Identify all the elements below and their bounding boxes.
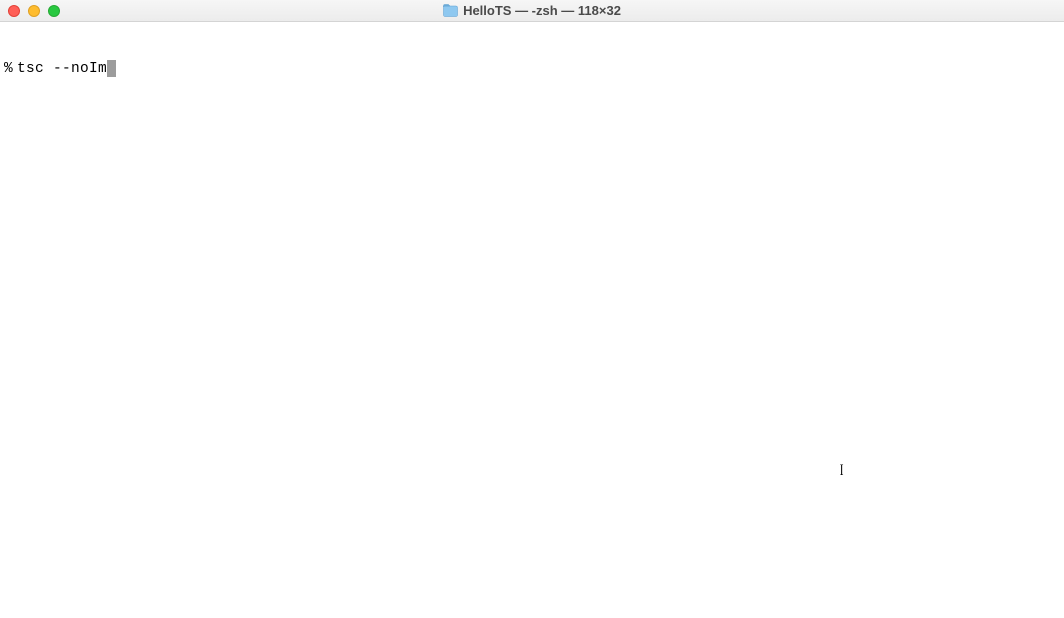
close-button[interactable] — [8, 5, 20, 17]
terminal-body[interactable]: % tsc --noIm — [0, 22, 1064, 98]
prompt-symbol: % — [4, 60, 17, 78]
prompt-line: % tsc --noIm — [4, 60, 1060, 78]
title-container: HelloTS — -zsh — 118×32 — [0, 3, 1064, 18]
command-input[interactable]: tsc --noIm — [17, 60, 107, 78]
text-cursor — [107, 60, 116, 77]
titlebar: HelloTS — -zsh — 118×32 — [0, 0, 1064, 22]
zoom-button[interactable] — [48, 5, 60, 17]
minimize-button[interactable] — [28, 5, 40, 17]
ibeam-cursor-icon: I — [840, 462, 844, 480]
folder-icon — [443, 4, 458, 17]
window-title: HelloTS — -zsh — 118×32 — [463, 3, 621, 18]
traffic-lights — [8, 5, 60, 17]
